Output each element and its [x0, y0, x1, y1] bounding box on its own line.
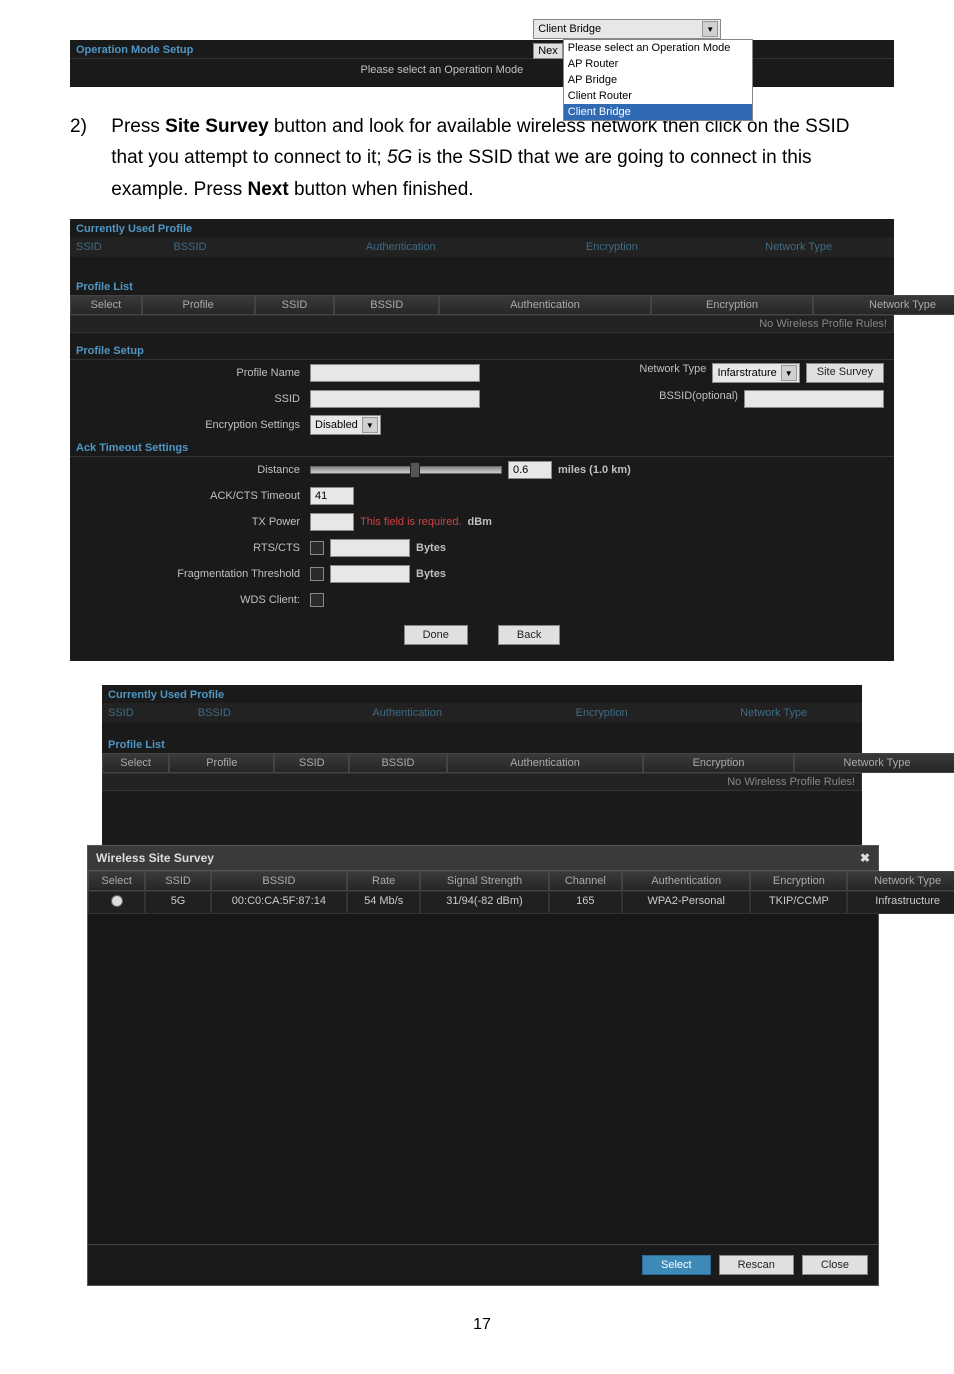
survey-row-radio[interactable] [111, 895, 123, 907]
ackcts-input[interactable] [310, 487, 354, 505]
ssid-input[interactable] [310, 390, 480, 408]
rescan-button[interactable]: Rescan [719, 1255, 794, 1275]
back-button[interactable]: Back [498, 625, 560, 645]
bssid-input[interactable] [744, 390, 884, 408]
op-mode-option[interactable]: AP Router [564, 56, 752, 72]
profile-list-title-2: Profile List [102, 735, 862, 753]
popup-title: Wireless Site Survey [96, 851, 214, 865]
survey-bssid: 00:C0:CA:5F:87:14 [211, 891, 347, 914]
rtscts-unit: Bytes [416, 542, 446, 554]
op-mode-option[interactable]: AP Bridge [564, 72, 752, 88]
encryption-settings-label: Encryption Settings [70, 419, 310, 431]
survey-header: Select SSID BSSID Rate Signal Strength C… [88, 871, 878, 891]
currently-used-title-2: Currently Used Profile [102, 685, 862, 703]
site-survey-button[interactable]: Site Survey [806, 363, 884, 383]
profile-name-label: Profile Name [70, 367, 310, 379]
ackcts-label: ACK/CTS Timeout [70, 490, 310, 502]
network-type-label: Network Type [639, 363, 706, 383]
instruction-paragraph: 2) Press Site Survey button and look for… [70, 111, 894, 205]
profile-list-header-2: Select Profile SSID BSSID Authentication… [102, 753, 862, 773]
wds-checkbox[interactable] [310, 593, 324, 607]
rtscts-label: RTS/CTS [70, 542, 310, 554]
profile-setup-panel: Currently Used Profile SSID BSSID Authen… [70, 219, 894, 661]
profile-list-empty-2: No Wireless Profile Rules! [102, 773, 862, 791]
txpower-input[interactable] [310, 513, 354, 531]
op-mode-label: Please select an Operation Mode [70, 64, 533, 76]
op-mode-dropdown[interactable]: Please select an Operation Mode AP Route… [563, 39, 753, 121]
instruction-number: 2) [70, 111, 106, 142]
txpower-label: TX Power [70, 516, 310, 528]
chevron-down-icon: ▼ [702, 21, 718, 37]
next-button[interactable]: Nex [533, 43, 563, 59]
page-number: 17 [70, 1316, 894, 1334]
survey-channel: 165 [549, 891, 622, 914]
profile-panel-bg: Currently Used Profile SSID BSSID Authen… [102, 685, 862, 851]
encryption-select[interactable]: Disabled ▼ [310, 415, 381, 435]
distance-label: Distance [70, 464, 310, 476]
select-button[interactable]: Select [642, 1255, 711, 1275]
frag-input[interactable] [330, 565, 410, 583]
network-type-select[interactable]: Infarstrature ▼ [712, 363, 799, 383]
survey-auth: WPA2-Personal [622, 891, 751, 914]
op-mode-option[interactable]: Please select an Operation Mode [564, 40, 752, 56]
operation-mode-panel: Operation Mode Setup Please select an Op… [70, 40, 894, 87]
site-survey-popup: Wireless Site Survey ✖ Select SSID BSSID… [87, 845, 879, 1286]
frag-unit: Bytes [416, 568, 446, 580]
op-mode-option[interactable]: Client Router [564, 88, 752, 104]
done-button[interactable]: Done [404, 625, 468, 645]
survey-row[interactable]: 5G 00:C0:CA:5F:87:14 54 Mb/s 31/94(-82 d… [88, 891, 878, 914]
op-mode-option-selected[interactable]: Client Bridge [564, 104, 752, 120]
ack-timeout-title: Ack Timeout Settings [70, 438, 894, 456]
survey-enc: TKIP/CCMP [750, 891, 847, 914]
frag-label: Fragmentation Threshold [70, 568, 310, 580]
survey-rate: 54 Mb/s [347, 891, 420, 914]
frag-checkbox[interactable] [310, 567, 324, 581]
txpower-required-msg: This field is required. [360, 516, 462, 528]
op-mode-select[interactable]: Client Bridge ▼ [533, 19, 721, 39]
profile-list-title: Profile List [70, 277, 894, 295]
close-button[interactable]: Close [802, 1255, 868, 1275]
chevron-down-icon: ▼ [781, 365, 797, 381]
wds-label: WDS Client: [70, 594, 310, 606]
rtscts-input[interactable] [330, 539, 410, 557]
profile-name-input[interactable] [310, 364, 480, 382]
close-icon[interactable]: ✖ [860, 851, 870, 865]
currently-used-header: SSID BSSID Authentication Encryption Net… [70, 237, 894, 257]
ssid-label: SSID [70, 393, 310, 405]
survey-signal: 31/94(-82 dBm) [420, 891, 549, 914]
chevron-down-icon: ▼ [362, 417, 378, 433]
distance-unit: miles (1.0 km) [558, 464, 631, 476]
survey-ntype: Infrastructure [847, 891, 954, 914]
rtscts-checkbox[interactable] [310, 541, 324, 555]
distance-slider[interactable] [310, 466, 502, 474]
survey-ssid: 5G [145, 891, 210, 914]
currently-used-title: Currently Used Profile [70, 219, 894, 237]
op-mode-select-value: Client Bridge [538, 23, 601, 35]
profile-list-header: Select Profile SSID BSSID Authentication… [70, 295, 894, 315]
currently-used-header-2: SSID BSSID Authentication Encryption Net… [102, 703, 862, 723]
profile-setup-title: Profile Setup [70, 341, 894, 359]
txpower-unit: dBm [468, 516, 492, 528]
profile-list-empty: No Wireless Profile Rules! [70, 315, 894, 333]
bssid-optional-label: BSSID(optional) [659, 390, 738, 408]
distance-input[interactable] [508, 461, 552, 479]
